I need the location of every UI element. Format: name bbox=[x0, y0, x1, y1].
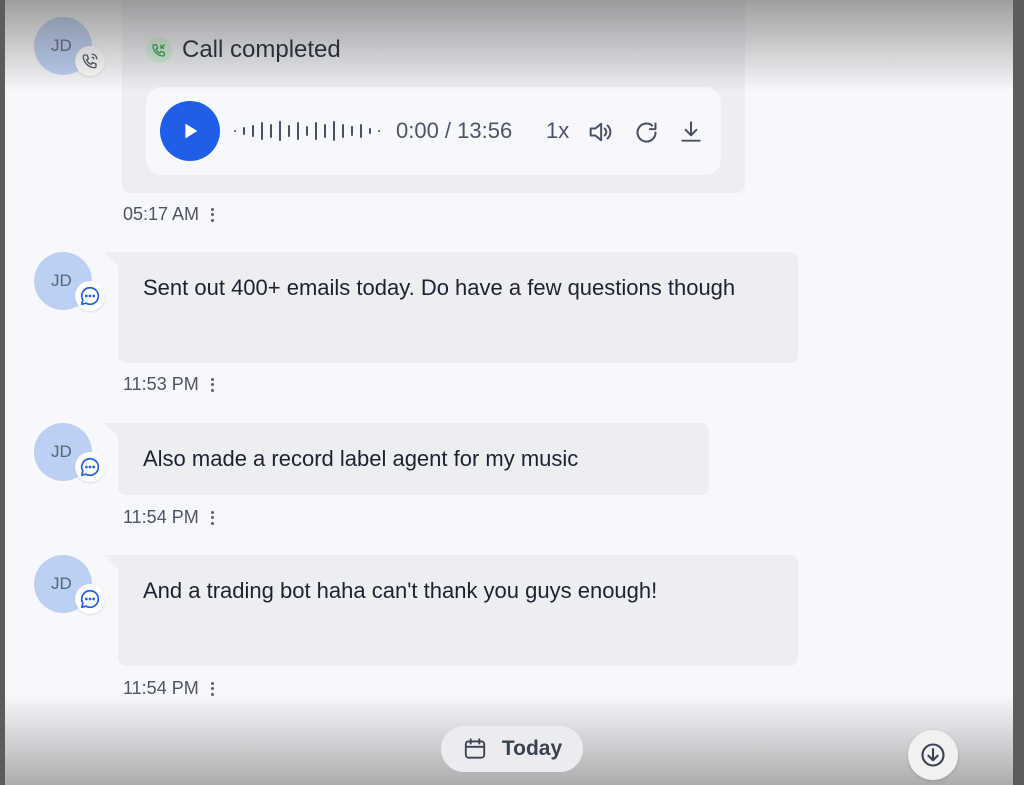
more-options-icon[interactable] bbox=[210, 510, 214, 525]
more-options-icon[interactable] bbox=[210, 377, 214, 392]
download-button[interactable] bbox=[677, 118, 705, 146]
more-options-icon[interactable] bbox=[211, 207, 215, 222]
message-timestamp: 11:53 PM bbox=[123, 374, 199, 394]
chat-bubble-icon bbox=[75, 452, 105, 482]
message-text: Also made a record label agent for my mu… bbox=[143, 446, 579, 471]
scroll-to-bottom-button[interactable] bbox=[908, 730, 958, 780]
call-status-label: Call completed bbox=[182, 36, 341, 63]
date-divider-label: Today bbox=[501, 737, 563, 760]
playback-speed-button[interactable]: 1x bbox=[546, 118, 569, 144]
message-meta: 11:54 PM bbox=[123, 678, 214, 699]
message-meta: 05:17 AM bbox=[123, 204, 215, 225]
calendar-icon bbox=[464, 738, 485, 759]
phone-incoming-icon bbox=[146, 37, 172, 63]
message-timestamp: 11:54 PM bbox=[123, 678, 199, 698]
more-options-icon[interactable] bbox=[210, 681, 214, 696]
replay-button[interactable] bbox=[632, 118, 660, 146]
message-text: Sent out 400+ emails today. Do have a fe… bbox=[143, 275, 736, 300]
message-meta: 11:53 PM bbox=[123, 374, 214, 395]
message-bubble: And a trading bot haha can't thank you g… bbox=[104, 555, 798, 666]
conversation-feed[interactable]: JD Call completed 0:00 / 13:56 1x 05:17 … bbox=[5, 0, 1013, 785]
volume-icon bbox=[589, 122, 612, 142]
message-text: And a trading bot haha can't thank you g… bbox=[143, 578, 658, 603]
call-status: Call completed bbox=[146, 36, 341, 64]
arrow-down-circle-icon bbox=[921, 743, 945, 767]
playback-time: 0:00 / 13:56 bbox=[396, 118, 513, 143]
phone-call-icon bbox=[75, 46, 105, 76]
chat-bubble-icon bbox=[75, 584, 105, 614]
message-timestamp: 11:54 PM bbox=[123, 507, 199, 527]
volume-button[interactable] bbox=[586, 118, 614, 146]
chat-bubble-icon bbox=[75, 281, 105, 311]
message-timestamp: 05:17 AM bbox=[123, 204, 200, 224]
call-log-card: Call completed 0:00 / 13:56 1x bbox=[122, 0, 745, 193]
audio-player: 0:00 / 13:56 1x bbox=[146, 87, 721, 175]
date-divider-pill[interactable]: Today bbox=[441, 726, 583, 772]
message-bubble: Sent out 400+ emails today. Do have a fe… bbox=[104, 252, 798, 363]
play-button[interactable] bbox=[160, 101, 220, 161]
play-icon bbox=[185, 123, 198, 139]
refresh-icon bbox=[636, 121, 657, 143]
waveform[interactable] bbox=[234, 120, 380, 142]
message-meta: 11:54 PM bbox=[123, 507, 214, 528]
message-bubble: Also made a record label agent for my mu… bbox=[104, 423, 709, 495]
download-icon bbox=[681, 121, 701, 142]
